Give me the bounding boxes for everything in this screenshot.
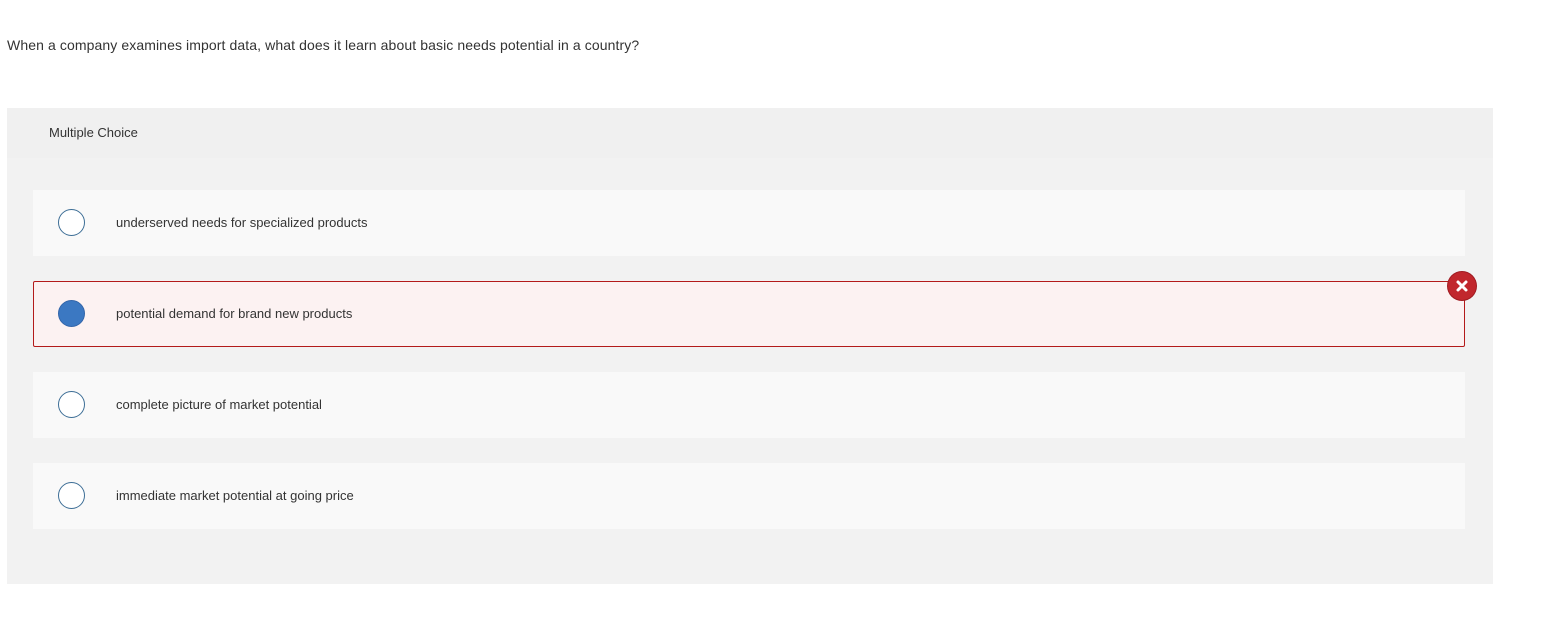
choices-list: underserved needs for specialized produc… <box>7 158 1493 584</box>
multiple-choice-panel: Multiple Choice underserved needs for sp… <box>7 108 1493 584</box>
choice-option-2[interactable]: potential demand for brand new products <box>33 281 1465 347</box>
radio-button[interactable] <box>58 391 85 418</box>
choice-label: underserved needs for specialized produc… <box>116 215 368 230</box>
choice-option-4[interactable]: immediate market potential at going pric… <box>33 463 1465 529</box>
question-text: When a company examines import data, wha… <box>7 37 640 53</box>
close-icon <box>1456 280 1468 292</box>
radio-button[interactable] <box>58 209 85 236</box>
question-type-label: Multiple Choice <box>49 125 138 140</box>
radio-button-selected[interactable] <box>58 300 85 327</box>
choice-label: immediate market potential at going pric… <box>116 488 354 503</box>
radio-button[interactable] <box>58 482 85 509</box>
choice-option-1[interactable]: underserved needs for specialized produc… <box>33 190 1465 256</box>
choice-label: potential demand for brand new products <box>116 306 353 321</box>
choice-option-3[interactable]: complete picture of market potential <box>33 372 1465 438</box>
panel-header: Multiple Choice <box>7 108 1493 158</box>
choice-label: complete picture of market potential <box>116 397 322 412</box>
incorrect-x-icon <box>1448 272 1476 300</box>
